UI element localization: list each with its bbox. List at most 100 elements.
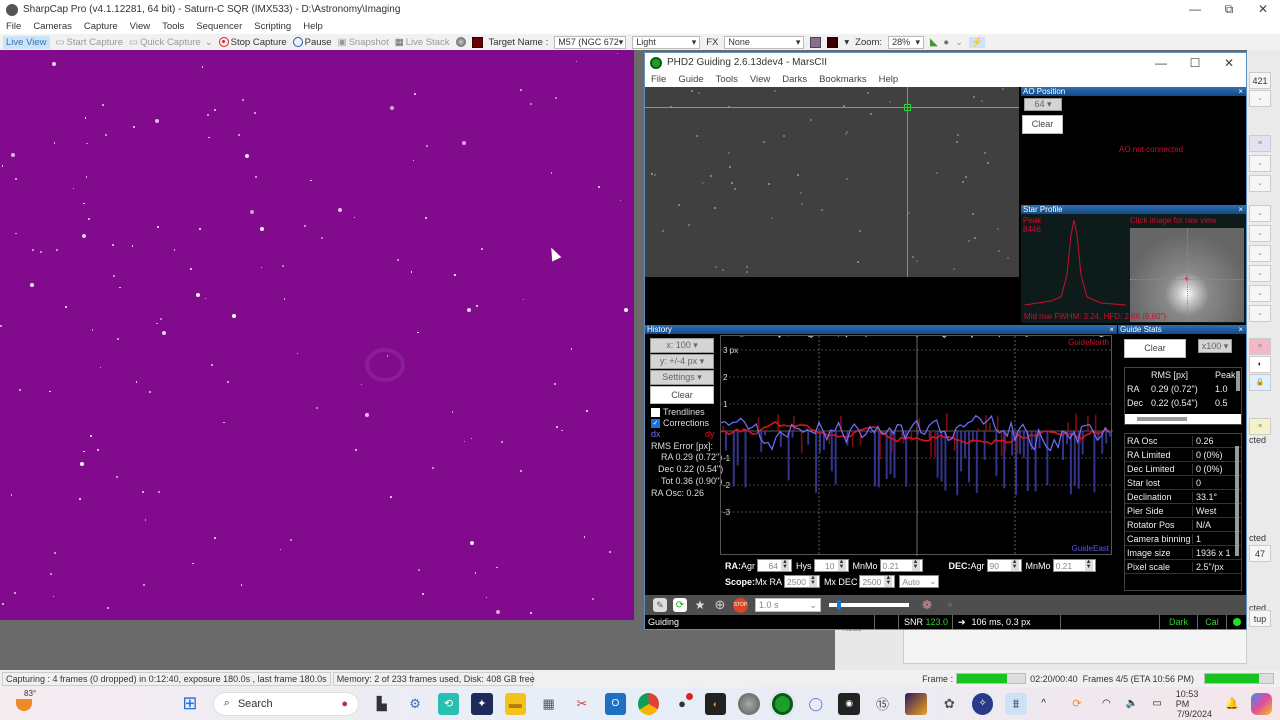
history-clear-button[interactable]: Clear xyxy=(650,386,714,404)
weather-widget[interactable]: 83° xyxy=(14,689,39,717)
panel-menu-icon[interactable]: ≡ xyxy=(1249,418,1271,435)
planetarium-icon[interactable]: ◉ xyxy=(838,692,860,715)
vertical-scrollbar[interactable] xyxy=(1235,446,1239,556)
show-hidden-icons[interactable]: ^ xyxy=(1033,693,1054,715)
spinner-arrows-icon[interactable]: ▲ ▼ xyxy=(837,559,846,571)
obs-icon[interactable]: ● xyxy=(671,692,693,715)
minimize-button[interactable]: — xyxy=(1178,2,1212,17)
dec-aggressiveness-spinner[interactable]: 90 ▲ ▼ xyxy=(986,559,1022,572)
spinner-arrows-icon[interactable]: ▲ ▼ xyxy=(911,559,920,571)
ao-clear-button[interactable]: Clear xyxy=(1022,115,1063,134)
spinner-arrows-icon[interactable]: ▲ ▼ xyxy=(1010,559,1019,571)
panel-dropdown[interactable]: ⌄ xyxy=(1249,155,1271,172)
phd2-menu-guide[interactable]: Guide xyxy=(678,74,703,85)
close-button[interactable]: ✕ xyxy=(1246,2,1280,17)
max-dec-spinner[interactable]: 2500 ▲ ▼ xyxy=(859,575,896,588)
stop-icon[interactable]: STOP xyxy=(733,597,748,613)
sync-status-icon[interactable]: ⟳ xyxy=(1066,693,1087,715)
menu-help[interactable]: Help xyxy=(303,21,323,32)
notes-textarea[interactable] xyxy=(903,626,1247,664)
trendlines-checkbox[interactable]: Trendlines xyxy=(651,407,705,417)
guide-stats-clear-button[interactable]: Clear xyxy=(1124,339,1186,358)
plug-icon[interactable]: ⚡ xyxy=(969,36,985,48)
phd2-menu-bookmarks[interactable]: Bookmarks xyxy=(819,74,867,85)
chevron-down-icon[interactable]: ▾ xyxy=(844,37,849,48)
task-view-icon[interactable]: ▙ xyxy=(371,693,392,715)
x-scale-select[interactable]: x: 100 ▾ xyxy=(650,338,714,353)
panel-value-field[interactable]: 421 xyxy=(1249,72,1271,89)
frame-type-select[interactable]: Light ▾ xyxy=(632,35,701,49)
close-icon[interactable]: × xyxy=(1238,87,1243,96)
sphere-icon[interactable] xyxy=(455,37,466,47)
guide-camera-view[interactable] xyxy=(645,87,1019,277)
menu-cameras[interactable]: Cameras xyxy=(33,21,72,32)
menu-scripting[interactable]: Scripting xyxy=(254,21,291,32)
snipping-tool-icon[interactable]: ✂ xyxy=(571,693,592,715)
ra-aggressiveness-spinner[interactable]: 64 ▲ ▼ xyxy=(757,559,793,572)
brain-icon[interactable]: ❁ xyxy=(919,597,935,613)
restore-button[interactable]: ⧉ xyxy=(1212,2,1246,17)
close-icon[interactable]: × xyxy=(1238,325,1243,334)
color-swatch-icon[interactable] xyxy=(827,36,839,48)
horizontal-scrollbar[interactable] xyxy=(1125,414,1241,424)
color-grid-icon[interactable] xyxy=(810,36,822,48)
red-filter-icon[interactable] xyxy=(471,36,483,48)
zoom-select[interactable]: 28% ▾ xyxy=(888,35,925,49)
phd2-minimize-button[interactable]: — xyxy=(1144,56,1178,70)
astro-app-icon[interactable]: ✦ xyxy=(471,692,493,715)
spinner-arrows-icon[interactable]: ▲ ▼ xyxy=(781,559,790,571)
slider-thumb[interactable] xyxy=(837,600,841,610)
spinner-arrows-icon[interactable]: ▲ ▼ xyxy=(884,575,893,587)
ra-min-move-spinner[interactable]: 0.21 ▲ ▼ xyxy=(879,559,923,572)
panel-dropdown[interactable]: ⌄ xyxy=(1249,225,1271,242)
ao-scale-select[interactable]: 64 ▾ xyxy=(1024,98,1062,111)
phd2-menu-tools[interactable]: Tools xyxy=(716,74,738,85)
copilot-icon[interactable] xyxy=(1250,692,1272,715)
menu-file[interactable]: File xyxy=(6,21,21,32)
chart-app-icon[interactable]: ⩩ xyxy=(1005,692,1027,715)
sequence-app-icon[interactable]: ⑮ xyxy=(872,693,893,715)
clock[interactable]: 10:53 PM 7/9/2024 xyxy=(1176,689,1213,719)
calculator-icon[interactable]: ▦ xyxy=(538,693,559,715)
magnifier-icon[interactable]: ● xyxy=(943,37,949,48)
panel-dropdown[interactable]: ⌄ xyxy=(1249,265,1271,282)
taskbar-search[interactable]: ⌕ Search ● xyxy=(212,691,360,716)
histogram-icon[interactable]: ◣ xyxy=(930,37,937,48)
file-explorer-icon[interactable]: ▬ xyxy=(504,692,526,715)
panel-menu-icon[interactable]: ≡ xyxy=(1249,338,1271,355)
astro-planner-icon[interactable]: ✧ xyxy=(971,692,994,715)
outlook-icon[interactable]: O xyxy=(604,692,627,715)
menu-tools[interactable]: Tools xyxy=(162,21,184,32)
gamma-slider[interactable] xyxy=(829,600,909,610)
phd2-menu-file[interactable]: File xyxy=(651,74,666,85)
pin-icon[interactable]: ⌖ xyxy=(943,598,957,612)
cortana-icon[interactable]: ◯ xyxy=(805,693,826,715)
ra-hysteresis-spinner[interactable]: 10 ▲ ▼ xyxy=(813,559,849,572)
star-thumbnail[interactable]: + xyxy=(1130,228,1244,322)
panel-dropdown[interactable]: ⌄ xyxy=(1249,285,1271,302)
y-scale-select[interactable]: y: +/-4 px ▾ xyxy=(650,354,714,369)
cpwi-icon[interactable]: ◐ xyxy=(704,692,727,715)
volume-icon[interactable]: 🔈 xyxy=(1121,693,1142,715)
sharpcap-control-panel[interactable]: 421 ⌄ ≡ ⌄ ⌄ ⌄ ⌄ ⌄ ⌄ ⌄ ⌄ ≡ ◐ 🔒 ≡ cted cte… xyxy=(1247,50,1280,670)
corrections-checkbox[interactable]: ✓ Corrections xyxy=(651,418,709,428)
sharpcap-taskbar-icon[interactable] xyxy=(738,692,760,715)
gimp-icon[interactable]: ✿ xyxy=(939,693,960,715)
chevron-down-icon[interactable]: ⌄ xyxy=(955,37,963,48)
guide-stats-scale-select[interactable]: x100 ▾ xyxy=(1198,339,1232,353)
max-ra-spinner[interactable]: 2500 ▲ ▼ xyxy=(784,575,820,588)
snapshot-button[interactable]: ▣ Snapshot xyxy=(338,37,389,48)
target-name-select[interactable]: M57 (NGC 672 ▾ xyxy=(554,35,627,49)
close-icon[interactable]: × xyxy=(1238,205,1243,214)
panel-value-field[interactable]: 47 xyxy=(1249,545,1271,562)
panel-dropdown[interactable]: ⌄ xyxy=(1249,205,1271,222)
history-settings-select[interactable]: Settings ▾ xyxy=(650,370,714,385)
panel-dropdown[interactable]: ⌄ xyxy=(1249,245,1271,262)
quick-capture-button[interactable]: ▭ Quick Capture ⌄ xyxy=(129,37,213,48)
capture-image-view[interactable] xyxy=(0,50,634,620)
sync-app-icon[interactable]: ⟲ xyxy=(437,692,460,715)
panel-dropdown[interactable]: ⌄ xyxy=(1249,175,1271,192)
phd2-taskbar-icon[interactable] xyxy=(771,692,794,715)
chrome-icon[interactable] xyxy=(638,692,660,715)
lock-icon[interactable]: 🔒 xyxy=(1249,374,1271,391)
